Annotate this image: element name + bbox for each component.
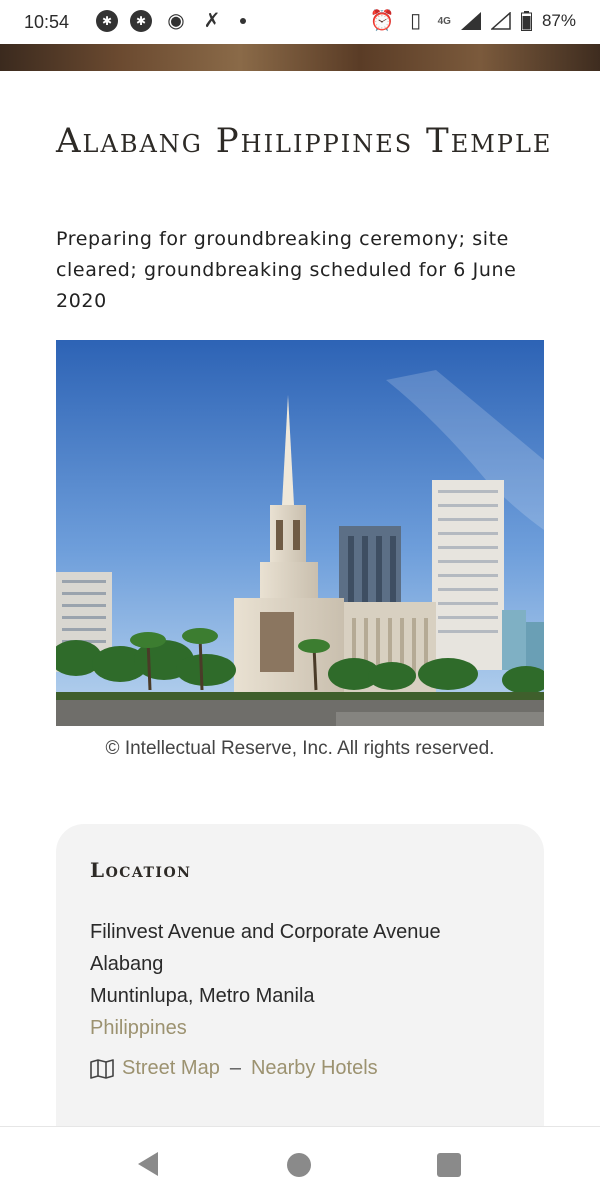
map-links: Street Map – Nearby Hotels — [90, 1057, 378, 1080]
address-line: Alabang — [90, 953, 164, 975]
street-map-link[interactable]: Street Map — [122, 1057, 220, 1080]
signal-icon — [460, 12, 481, 30]
system-nav-bar — [0, 1126, 600, 1201]
system-icons: ⏰ ▯ 4G 87% — [370, 10, 576, 32]
app-notification-icon: ✱ — [96, 10, 118, 32]
recents-square-icon[interactable] — [437, 1153, 461, 1177]
back-triangle-icon[interactable] — [136, 1151, 160, 1177]
status-bar: 10:54 ✱ ✱ ◉ ✗ ⏰ ▯ 4G 87% — [0, 0, 600, 44]
more-notifications-icon — [240, 18, 246, 24]
network-type: 4G — [437, 15, 451, 27]
battery-percent: 87% — [541, 11, 576, 30]
home-circle-icon[interactable] — [287, 1153, 311, 1177]
page-title: Alabang Philippines Temple — [56, 121, 553, 161]
app-notification-icon: ✱ — [130, 10, 152, 32]
location-heading: Location — [90, 858, 192, 882]
temple-status-text: Preparing for groundbreaking ceremony; s… — [56, 228, 517, 312]
temple-image[interactable] — [56, 340, 544, 726]
chat-notification-icon: ◉ — [167, 10, 185, 32]
link-separator: – — [229, 1057, 241, 1079]
map-icon — [90, 1058, 114, 1079]
tools-notification-icon: ✗ — [203, 10, 221, 32]
address-block: Filinvest Avenue and Corporate Avenue Al… — [90, 916, 441, 1044]
signal-empty-icon — [490, 12, 511, 30]
notification-icons: ✱ ✱ ◉ ✗ — [96, 10, 246, 32]
nearby-hotels-link[interactable]: Nearby Hotels — [251, 1057, 378, 1080]
address-line: Filinvest Avenue and Corporate Avenue — [90, 921, 441, 943]
location-card: Location Filinvest Avenue and Corporate … — [56, 824, 544, 1164]
address-line: Muntinlupa, Metro Manila — [90, 985, 315, 1007]
status-time: 10:54 — [24, 12, 70, 32]
country-link[interactable]: Philippines — [90, 1012, 441, 1044]
alarm-icon: ⏰ — [369, 10, 395, 32]
image-copyright: © Intellectual Reserve, Inc. All rights … — [105, 738, 495, 759]
header-banner-image — [0, 44, 600, 71]
vibrate-icon: ▯ — [410, 10, 422, 32]
battery-icon — [520, 11, 532, 31]
